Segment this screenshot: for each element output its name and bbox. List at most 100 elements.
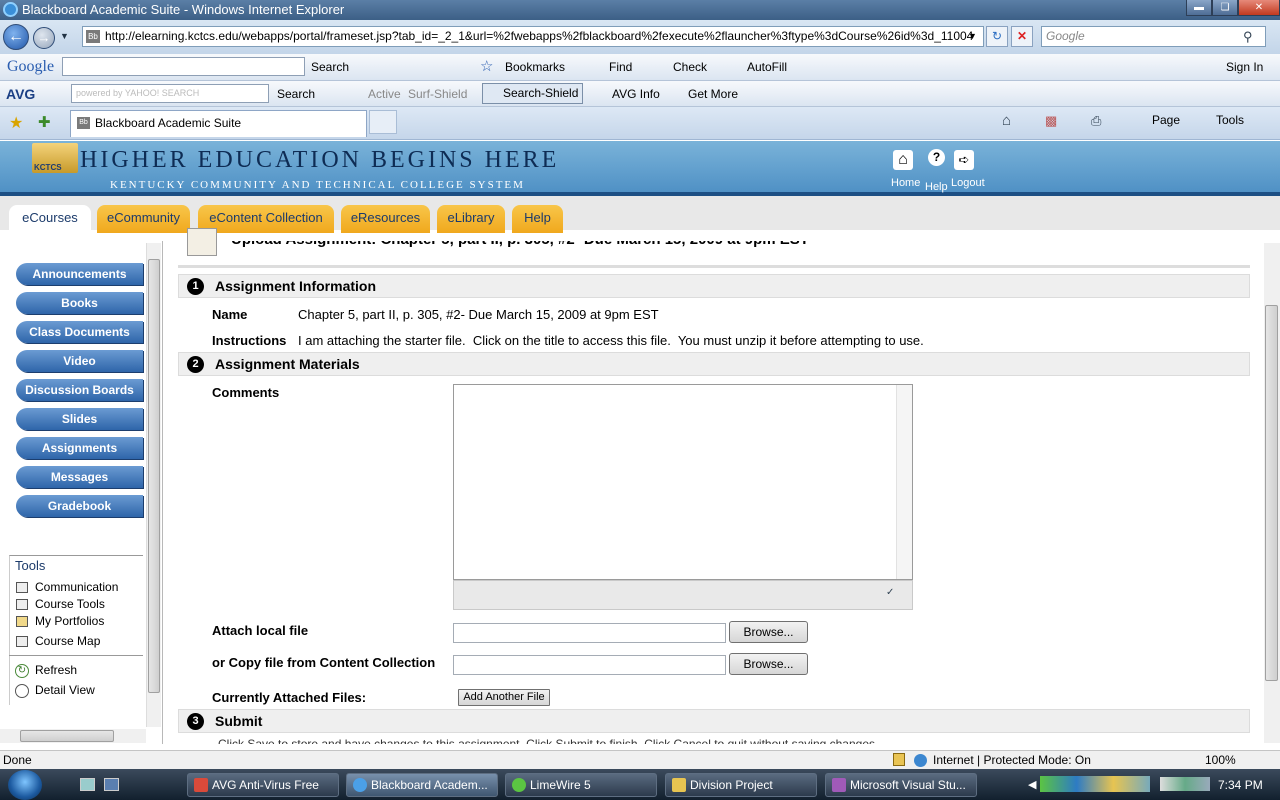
task-blackboard[interactable]: Blackboard Academ... [346, 773, 498, 797]
nav-video[interactable]: Video [16, 350, 143, 372]
detail-view-link[interactable]: Detail View [35, 683, 95, 697]
section-title: Submit [215, 713, 263, 729]
autofill-button[interactable]: AutoFill [747, 60, 787, 74]
switch-windows-icon[interactable] [104, 778, 119, 791]
search-shield-button[interactable]: Search-Shield [482, 83, 584, 104]
help-link-icon[interactable]: ? [928, 149, 945, 166]
tab-eresources[interactable]: eResources [341, 205, 430, 233]
bookmarks-menu[interactable]: Bookmarks [505, 60, 565, 74]
local-file-input[interactable] [453, 623, 726, 643]
avg-search-input[interactable]: powered by YAHOO! SEARCH [71, 84, 269, 103]
left-pane-vertical-scrollbar[interactable] [146, 243, 161, 727]
feeds-icon[interactable]: ▩ [1045, 113, 1057, 129]
find-button[interactable]: Find [609, 60, 632, 74]
nav-assignments[interactable]: Assignments [16, 437, 143, 459]
logout-link-icon[interactable]: ➪ [954, 150, 974, 170]
refresh-icon[interactable]: ↻ [986, 26, 1008, 47]
main-vertical-scrollbar[interactable] [1264, 243, 1280, 743]
browse-collection-button[interactable]: Browse... [729, 653, 808, 675]
history-dropdown-icon[interactable]: ▼ [60, 31, 69, 41]
tab-ecommunity[interactable]: eCommunity [97, 205, 190, 233]
nav-discussion-boards[interactable]: Discussion Boards [16, 379, 143, 401]
tab-help[interactable]: Help [512, 205, 563, 233]
search-icon[interactable]: ⚲ [1243, 29, 1253, 45]
help-link[interactable]: Help [925, 181, 948, 193]
security-warning-icon[interactable] [893, 753, 905, 766]
back-button[interactable]: ← [3, 24, 29, 50]
window-title-bar[interactable]: Blackboard Academic Suite - Windows Inte… [0, 0, 1280, 20]
avg-search-button[interactable]: Search [277, 87, 315, 101]
close-button[interactable]: ✕ [1238, 0, 1280, 16]
comments-scrollbar[interactable] [896, 385, 912, 579]
star-icon[interactable]: ☆ [480, 57, 493, 75]
task-avg[interactable]: AVG Anti-Virus Free [187, 773, 339, 797]
add-favorites-icon[interactable]: ✚ [38, 113, 51, 131]
maximize-button[interactable]: ❏ [1212, 0, 1238, 16]
sign-in-button[interactable]: Sign In [1226, 60, 1263, 74]
tool-communication[interactable]: Communication [35, 580, 118, 594]
address-dropdown-icon[interactable]: ▼ [968, 31, 977, 41]
attached-files-label: Currently Attached Files: [212, 690, 367, 705]
nav-slides[interactable]: Slides [16, 408, 143, 430]
google-search-input[interactable] [62, 57, 305, 76]
nav-books[interactable]: Books [16, 292, 143, 314]
google-search-button[interactable]: Search [311, 60, 349, 74]
print-icon[interactable]: ⎙ [1091, 113, 1101, 129]
logo-text: KCTCS [34, 163, 62, 172]
system-tray-icons[interactable] [1040, 776, 1150, 792]
minimize-button[interactable]: ▬ [1186, 0, 1212, 16]
kctcs-logo[interactable]: KCTCS [32, 143, 78, 173]
browser-tab[interactable]: Bb Blackboard Academic Suite [70, 110, 367, 137]
home-link-icon[interactable]: ⌂ [893, 150, 913, 170]
tools-menu[interactable]: Tools [1216, 113, 1244, 127]
security-zone[interactable]: Internet | Protected Mode: On [933, 753, 1091, 767]
tab-econtent-collection[interactable]: eContent Collection [198, 205, 334, 233]
tool-course-tools[interactable]: Course Tools [35, 597, 105, 611]
tab-elibrary[interactable]: eLibrary [437, 205, 505, 233]
status-text: Done [3, 753, 32, 767]
forward-button[interactable]: → [33, 27, 55, 49]
favorites-star-icon[interactable]: ★ [9, 113, 23, 133]
start-button[interactable] [8, 770, 42, 800]
tab-ecourses[interactable]: eCourses [9, 205, 91, 233]
clock[interactable]: 7:34 PM [1218, 778, 1263, 792]
tool-my-portfolios[interactable]: My Portfolios [35, 614, 104, 628]
nav-messages[interactable]: Messages [16, 466, 143, 488]
browse-local-button[interactable]: Browse... [729, 621, 808, 643]
tray-network-volume-icons[interactable] [1160, 777, 1210, 791]
address-url: http://elearning.kctcs.edu/webapps/porta… [105, 29, 974, 43]
nav-gradebook[interactable]: Gradebook [16, 495, 143, 517]
section-assignment-information: 1 Assignment Information [178, 274, 1250, 298]
add-another-file-button[interactable]: Add Another File [458, 689, 550, 706]
task-visual-studio[interactable]: Microsoft Visual Stu... [825, 773, 977, 797]
avg-info-menu[interactable]: AVG Info [612, 87, 660, 101]
logout-link[interactable]: Logout [951, 177, 985, 189]
refresh-link[interactable]: Refresh [35, 663, 77, 677]
section-submit: 3 Submit [178, 709, 1250, 733]
tab-favicon: Bb [77, 117, 90, 129]
show-desktop-icon[interactable] [80, 778, 95, 791]
left-pane-horizontal-scrollbar[interactable] [0, 729, 146, 743]
tray-expand-icon[interactable]: ◀ [1028, 778, 1036, 791]
nav-class-documents[interactable]: Class Documents [16, 321, 143, 343]
task-limewire[interactable]: LimeWire 5 [505, 773, 657, 797]
content-collection-input[interactable] [453, 655, 726, 675]
spellcheck-icon[interactable]: ✓ [886, 587, 894, 598]
comments-textarea[interactable] [453, 384, 913, 580]
stop-icon[interactable]: ✕ [1011, 26, 1033, 47]
tools-heading: Tools [15, 558, 46, 573]
page-menu[interactable]: Page [1152, 113, 1180, 127]
task-division-project[interactable]: Division Project [665, 773, 817, 797]
zoom-level[interactable]: 100% [1205, 753, 1236, 767]
nav-announcements[interactable]: Announcements [16, 263, 143, 285]
home-icon[interactable]: ⌂ [1002, 112, 1011, 129]
check-button[interactable]: Check [673, 60, 707, 74]
home-link[interactable]: Home [891, 177, 920, 189]
get-more-link[interactable]: Get More [688, 87, 738, 101]
section-number: 2 [187, 356, 204, 373]
search-box[interactable]: Google [1041, 26, 1266, 47]
address-bar[interactable]: Bb http://elearning.kctcs.edu/webapps/por… [82, 26, 984, 47]
tool-course-map[interactable]: Course Map [35, 634, 100, 648]
new-tab-button[interactable] [369, 110, 397, 134]
tools-divider [9, 655, 143, 656]
